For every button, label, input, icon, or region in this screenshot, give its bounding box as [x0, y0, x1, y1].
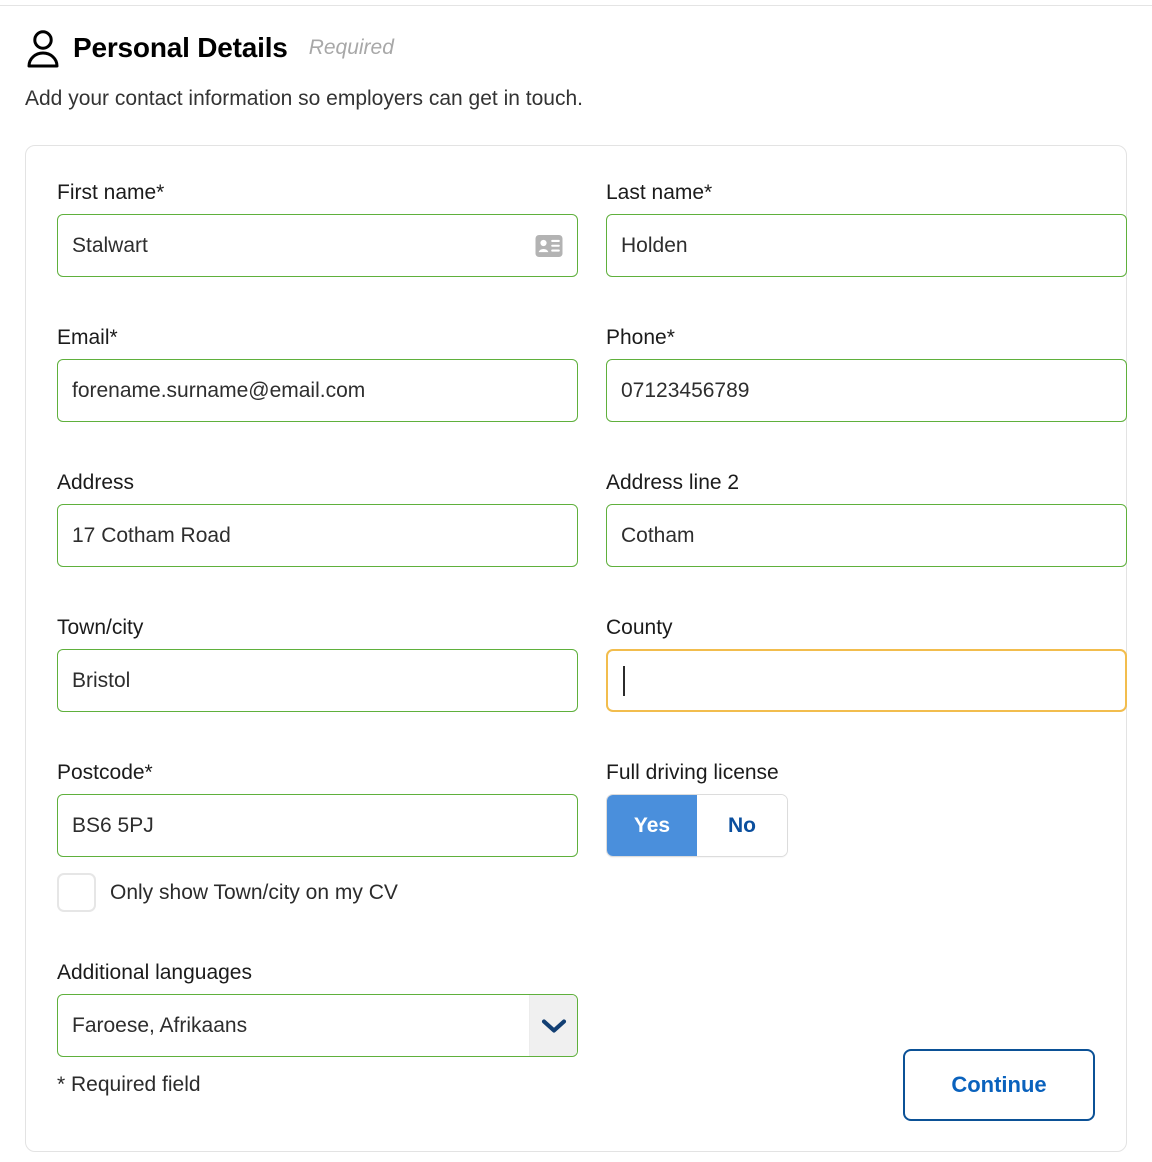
form-row-contact: Email* forename.surname@email.com Phone*…: [57, 325, 1131, 422]
postcode-value: BS6 5PJ: [72, 813, 154, 837]
chevron-down-icon[interactable]: [529, 995, 577, 1056]
last-name-field-group: Last name* Holden: [606, 180, 1127, 277]
postcode-field-group: Postcode* BS6 5PJ Only show Town/city on…: [57, 760, 578, 912]
driving-license-no-button[interactable]: No: [697, 795, 787, 856]
section-header: Personal Details Required Add your conta…: [25, 26, 1125, 112]
form-card: First name* Stalwart Last name* Holden E…: [25, 145, 1127, 1152]
form-row-names: First name* Stalwart Last name* Holden: [57, 180, 1131, 277]
text-cursor: [623, 665, 625, 696]
form-row-locality: Town/city Bristol County: [57, 615, 1131, 712]
address-label: Address: [57, 471, 135, 494]
last-name-value: Holden: [621, 233, 688, 257]
top-divider: [0, 5, 1152, 6]
personal-details-page: Personal Details Required Add your conta…: [0, 0, 1152, 1162]
email-field-group: Email* forename.surname@email.com: [57, 325, 578, 422]
continue-button[interactable]: Continue: [903, 1049, 1095, 1121]
town-city-input[interactable]: Bristol: [57, 649, 578, 712]
contact-card-icon[interactable]: [535, 234, 563, 257]
phone-label: Phone*: [606, 326, 675, 349]
address-line-2-value: Cotham: [621, 523, 695, 547]
required-tag: Required: [308, 36, 394, 59]
town-city-only-checkbox-row[interactable]: Only show Town/city on my CV: [57, 873, 578, 912]
address-field-group: Address 17 Cotham Road: [57, 470, 578, 567]
address-input[interactable]: 17 Cotham Road: [57, 504, 578, 567]
personal-details-form: First name* Stalwart Last name* Holden E…: [57, 180, 1131, 1057]
address-line-2-label: Address line 2: [606, 471, 740, 494]
email-label: Email*: [57, 326, 118, 349]
additional-languages-field-group: Additional languages Faroese, Afrikaans: [57, 960, 578, 1057]
town-city-only-checkbox[interactable]: [57, 873, 96, 912]
section-description: Add your contact information so employer…: [25, 87, 583, 110]
form-row-postcode-license: Postcode* BS6 5PJ Only show Town/city on…: [57, 760, 1131, 912]
email-value: forename.surname@email.com: [72, 378, 366, 402]
town-city-field-group: Town/city Bristol: [57, 615, 578, 712]
last-name-input[interactable]: Holden: [606, 214, 1127, 277]
county-field-group: County: [606, 615, 1127, 712]
additional-languages-label: Additional languages: [57, 961, 252, 984]
address-value: 17 Cotham Road: [72, 523, 231, 547]
additional-languages-value: Faroese, Afrikaans: [72, 1013, 248, 1037]
person-icon: [25, 26, 61, 70]
driving-license-field-group: Full driving license Yes No: [606, 760, 1127, 912]
driving-license-label: Full driving license: [606, 761, 779, 784]
email-input[interactable]: forename.surname@email.com: [57, 359, 578, 422]
driving-license-toggle[interactable]: Yes No: [606, 794, 788, 857]
page-title: Personal Details: [73, 32, 288, 63]
last-name-label: Last name*: [606, 181, 713, 204]
first-name-label: First name*: [57, 181, 165, 204]
form-row-languages: Additional languages Faroese, Afrikaans: [57, 960, 1131, 1057]
address-line-2-field-group: Address line 2 Cotham: [606, 470, 1127, 567]
town-city-value: Bristol: [72, 668, 131, 692]
first-name-value: Stalwart: [72, 233, 148, 257]
phone-input[interactable]: 07123456789: [606, 359, 1127, 422]
first-name-field-group: First name* Stalwart: [57, 180, 578, 277]
first-name-input[interactable]: Stalwart: [57, 214, 578, 277]
county-input[interactable]: [606, 649, 1127, 712]
phone-value: 07123456789: [621, 378, 750, 402]
town-city-only-label: Only show Town/city on my CV: [110, 880, 398, 904]
additional-languages-select[interactable]: Faroese, Afrikaans: [57, 994, 578, 1057]
postcode-label: Postcode*: [57, 761, 153, 784]
address-line-2-input[interactable]: Cotham: [606, 504, 1127, 567]
postcode-input[interactable]: BS6 5PJ: [57, 794, 578, 857]
driving-license-yes-button[interactable]: Yes: [607, 795, 697, 856]
form-footer: * Required field Continue: [57, 1049, 1095, 1121]
county-label: County: [606, 616, 673, 639]
languages-right-spacer: [606, 960, 1127, 1057]
form-row-address: Address 17 Cotham Road Address line 2 Co…: [57, 470, 1131, 567]
required-field-note: * Required field: [57, 1073, 201, 1096]
town-city-label: Town/city: [57, 616, 144, 639]
phone-field-group: Phone* 07123456789: [606, 325, 1127, 422]
section-title-row: Personal Details Required: [25, 26, 1125, 70]
